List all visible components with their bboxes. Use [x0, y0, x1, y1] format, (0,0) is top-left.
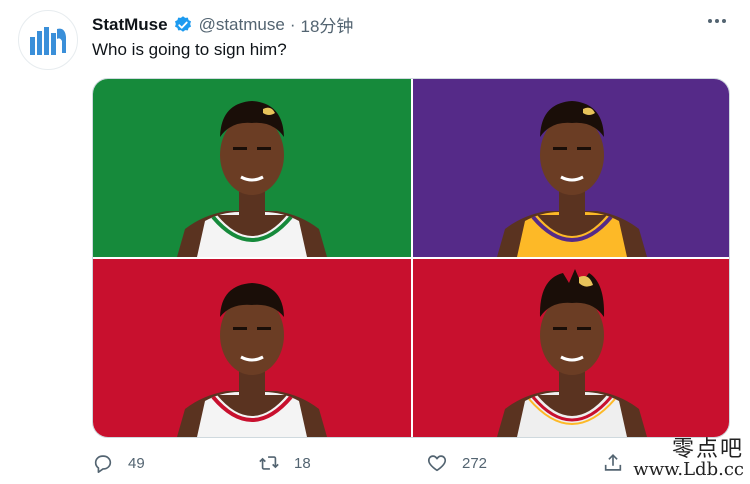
media-tile-2[interactable] [413, 79, 729, 257]
tweet-text: Who is going to sign him? [92, 40, 287, 59]
more-options-icon[interactable] [706, 10, 728, 36]
retweet-icon [259, 456, 279, 470]
player-illustration-celtics [93, 79, 411, 257]
like-count: 272 [462, 454, 488, 472]
media-tile-4[interactable] [413, 259, 729, 437]
user-handle[interactable]: @statmuse [199, 15, 285, 35]
player-illustration-lakers [413, 79, 729, 257]
reply-icon [94, 455, 112, 473]
tweet-header: StatMuse @statmuse · 18分钟 [92, 12, 353, 37]
player-illustration-hawks [413, 259, 729, 437]
watermark-url: www.Ldb.cc [633, 459, 744, 481]
heart-icon [427, 455, 447, 472]
media-tile-3[interactable] [93, 259, 411, 437]
reply-count: 49 [128, 454, 145, 472]
separator-dot: · [289, 14, 296, 34]
timestamp[interactable]: 18分钟 [300, 12, 353, 37]
retweet-count: 18 [294, 454, 311, 472]
verified-badge-icon [173, 15, 193, 35]
share-icon [604, 454, 622, 471]
statmuse-logo-icon [30, 27, 66, 55]
player-illustration-red [93, 259, 411, 437]
watermark-chinese: 零点吧 [671, 437, 744, 463]
reply-button[interactable]: 49 [92, 452, 145, 474]
retweet-button[interactable]: 18 [258, 452, 311, 474]
media-tile-1[interactable] [93, 79, 411, 257]
tweet-media-grid[interactable] [92, 78, 730, 438]
like-button[interactable]: 272 [426, 452, 487, 474]
avatar[interactable] [18, 10, 78, 70]
display-name[interactable]: StatMuse [92, 15, 168, 35]
site-watermark: 零点吧 www.Ldb.cc [633, 438, 744, 480]
